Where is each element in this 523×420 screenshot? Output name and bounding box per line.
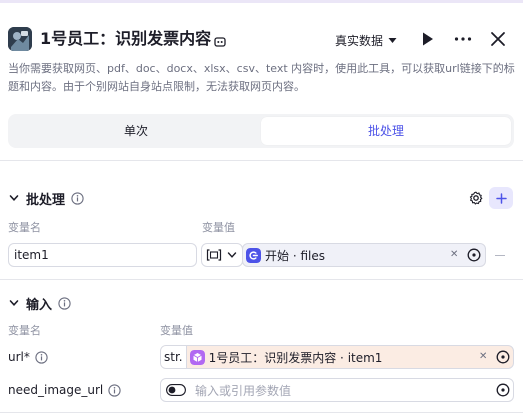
array-type-icon	[206, 249, 222, 261]
close-button[interactable]	[487, 28, 509, 50]
chevron-down-icon	[9, 195, 19, 201]
param-need-image-url-label: need_image_url	[8, 378, 121, 402]
input-col-name: 变量名	[8, 324, 41, 337]
info-icon[interactable]	[108, 383, 121, 397]
param-need-image-url-name: need_image_url	[8, 383, 104, 397]
remove-batch-variable-button[interactable]	[495, 255, 505, 256]
batch-section-title: 批处理	[26, 192, 66, 208]
data-mode-select[interactable]: 真实数据	[335, 30, 397, 50]
node-header: 1号员工：识别发票内容 真实数据	[0, 22, 523, 58]
run-button[interactable]	[416, 28, 438, 50]
url-ref-text: 1号员工：识别发票内容 · item1	[208, 350, 383, 365]
chevron-down-icon	[9, 300, 19, 306]
input-col-value: 变量值	[160, 324, 193, 337]
data-mode-label: 真实数据	[335, 33, 384, 48]
divider	[0, 160, 523, 161]
batch-col-name: 变量名	[8, 221, 41, 234]
close-icon	[491, 32, 505, 46]
info-icon[interactable]	[35, 350, 48, 364]
param-url-type[interactable]: str.	[161, 346, 187, 368]
chevron-down-icon	[227, 252, 237, 258]
param-need-image-url-value[interactable]: 输入或引用参数值	[160, 378, 514, 402]
variable-picker-icon[interactable]	[467, 248, 481, 262]
add-batch-variable-button[interactable]	[489, 187, 513, 209]
divider	[0, 412, 523, 413]
caret-down-icon	[388, 37, 397, 43]
mode-tabs: 单次 批处理	[8, 114, 514, 148]
start-node-icon	[246, 247, 261, 263]
batch-ref-pill: 开始 · files	[243, 245, 325, 265]
more-icon	[454, 37, 472, 41]
batch-type-select[interactable]	[201, 243, 243, 267]
node-description: 当你需要获取网页、pdf、doc、docx、xlsx、csv、text 内容时，…	[8, 62, 515, 93]
node-ref-icon	[189, 349, 205, 365]
variable-picker-icon[interactable]	[496, 383, 510, 397]
node-avatar-icon	[8, 27, 32, 51]
tab-single[interactable]: 单次	[11, 117, 261, 145]
batch-ref-text: 开始 · files	[265, 248, 325, 263]
need-image-url-placeholder: 输入或引用参数值	[195, 383, 292, 398]
batch-var-name-input[interactable]: item1	[8, 243, 197, 267]
input-section-header[interactable]: 输入	[8, 293, 71, 313]
tab-batch[interactable]: 批处理	[261, 117, 511, 145]
toggle-switch-icon[interactable]	[166, 384, 186, 396]
play-icon	[423, 32, 433, 46]
info-icon[interactable]	[58, 296, 71, 310]
param-url-value[interactable]: str. 1号员工：识别发票内容 · item1 ✕	[160, 345, 514, 369]
clear-ref-icon[interactable]: ✕	[450, 249, 458, 260]
tool-badge-icon	[214, 33, 226, 47]
variable-picker-icon[interactable]	[496, 350, 510, 364]
divider	[0, 279, 523, 280]
clear-ref-icon[interactable]: ✕	[479, 351, 487, 362]
more-button[interactable]	[452, 28, 474, 50]
batch-col-value: 变量值	[202, 221, 235, 234]
param-url-name: url	[8, 350, 24, 364]
info-icon[interactable]	[71, 191, 84, 205]
batch-section-header[interactable]: 批处理	[8, 188, 84, 208]
top-accent-bar	[0, 0, 523, 3]
param-url-label: url*	[8, 345, 48, 369]
node-title: 1号员工：识别发票内容	[40, 29, 212, 48]
plus-icon	[495, 192, 507, 204]
gear-icon	[469, 191, 483, 205]
input-section-title: 输入	[26, 297, 53, 313]
batch-settings-button[interactable]	[468, 190, 484, 206]
required-mark: *	[23, 350, 30, 364]
batch-value-ref[interactable]: 开始 · files ✕	[242, 243, 486, 267]
url-ref-pill: 1号员工：识别发票内容 · item1	[187, 347, 383, 367]
